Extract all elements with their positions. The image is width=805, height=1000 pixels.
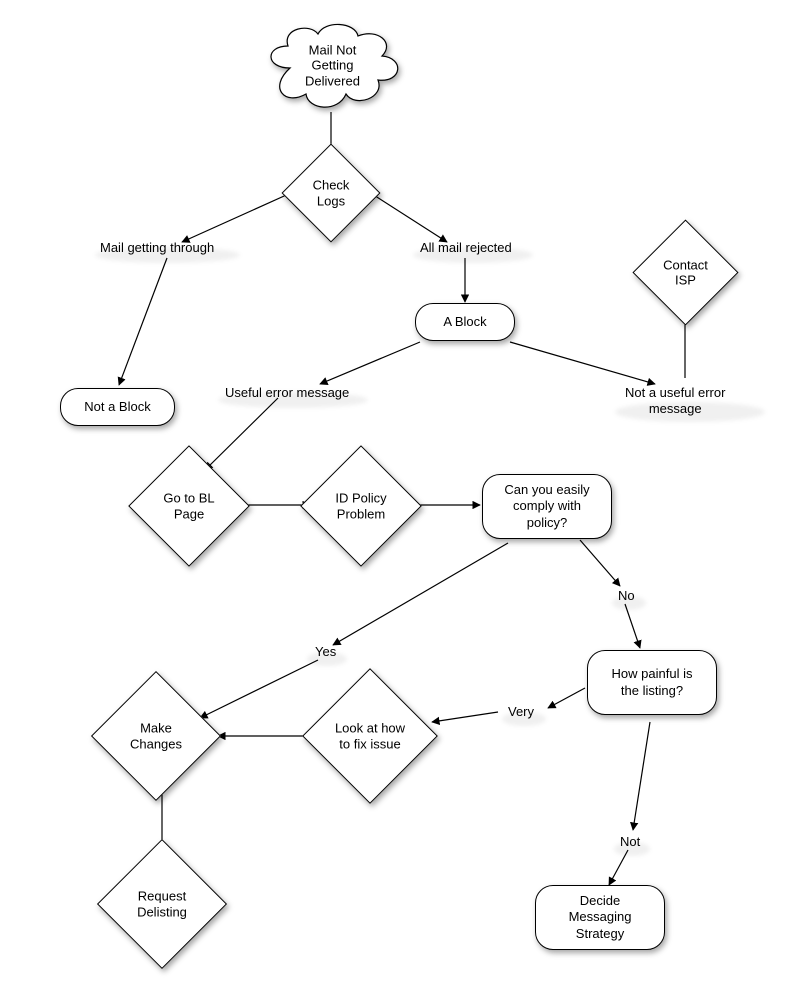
contact-isp-decision: Contact ISP (648, 235, 723, 310)
make-changes-decision: Make Changes (110, 690, 202, 782)
can-comply-label: Can you easily comply with policy? (504, 482, 589, 531)
how-painful-node: How painful is the listing? (587, 650, 717, 715)
look-fix-decision: Look at how to fix issue (322, 688, 418, 784)
edge-label-no: No (618, 588, 635, 604)
request-delisting-label: Request Delisting (117, 888, 207, 919)
a-block-label: A Block (443, 314, 486, 330)
go-to-bl-label: Go to BL Page (144, 490, 234, 521)
look-fix-label: Look at how to fix issue (320, 720, 420, 751)
decide-strategy-node: Decide Messaging Strategy (535, 885, 665, 950)
start-node-label: Mail Not Getting Delivered (273, 42, 393, 89)
decide-strategy-label: Decide Messaging Strategy (569, 893, 632, 942)
edge-label-yes: Yes (315, 644, 336, 660)
id-policy-label: ID Policy Problem (316, 490, 406, 521)
edge-label-all-rejected: All mail rejected (420, 240, 512, 256)
edge-label-useful-error: Useful error message (225, 385, 349, 401)
not-a-block-node: Not a Block (60, 388, 175, 426)
how-painful-label: How painful is the listing? (612, 666, 693, 699)
start-node-cloud: Mail Not Getting Delivered (260, 18, 405, 113)
a-block-node: A Block (415, 303, 515, 341)
edge-label-mail-through: Mail getting through (100, 240, 214, 256)
not-a-block-label: Not a Block (84, 399, 150, 415)
check-logs-decision: Check Logs (296, 158, 366, 228)
edge-label-very: Very (508, 704, 534, 720)
edge-label-not: Not (620, 834, 640, 850)
id-policy-decision: ID Policy Problem (318, 463, 404, 549)
check-logs-label: Check Logs (313, 177, 350, 208)
request-delisting-decision: Request Delisting (116, 858, 208, 950)
make-changes-label: Make Changes (111, 720, 201, 751)
can-comply-node: Can you easily comply with policy? (482, 474, 612, 539)
contact-isp-label: Contact ISP (663, 257, 708, 288)
go-to-bl-decision: Go to BL Page (146, 463, 232, 549)
edge-label-not-useful-error: Not a useful error message (625, 385, 725, 416)
